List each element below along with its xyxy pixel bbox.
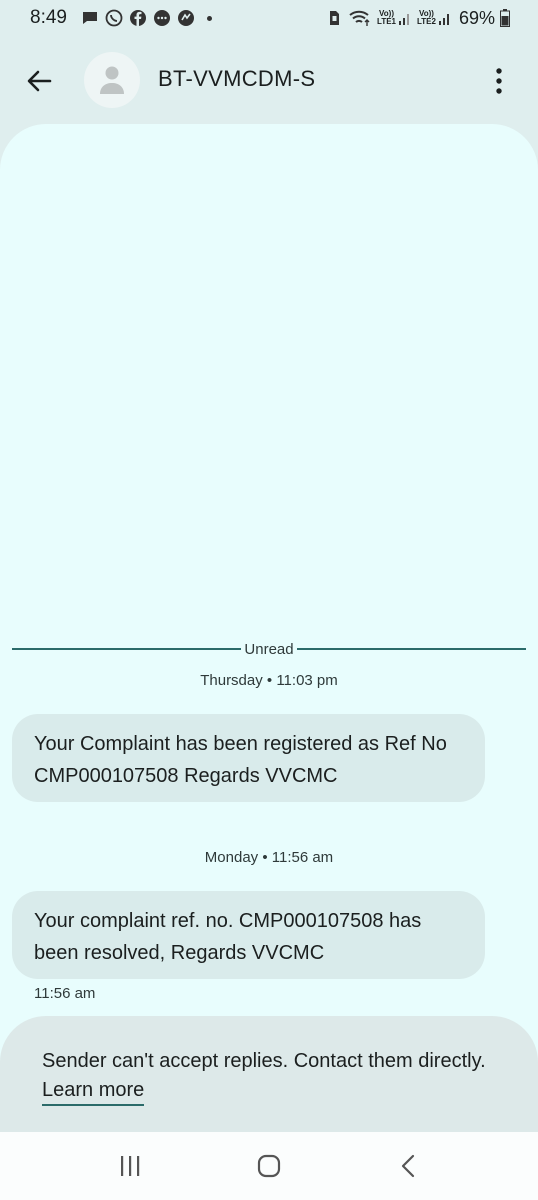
status-bar: 8:49 Vo)) LTE1 Vo)) LTE2 69% bbox=[0, 0, 538, 36]
battery-icon bbox=[500, 9, 510, 27]
learn-more-link[interactable]: Learn more bbox=[42, 1077, 145, 1106]
message-time: 11:56 am bbox=[34, 985, 96, 1002]
more-notifications-dot bbox=[206, 15, 212, 21]
chevron-left-icon bbox=[402, 1154, 415, 1178]
sim1-indicator: Vo)) LTE1 bbox=[377, 10, 412, 26]
reply-disabled-text: Sender can't accept replies. Contact the… bbox=[42, 1050, 486, 1072]
avatar[interactable] bbox=[84, 52, 140, 108]
recent-apps-button[interactable] bbox=[100, 1144, 160, 1188]
divider-line-left bbox=[12, 648, 242, 650]
recent-apps-icon bbox=[120, 1156, 139, 1176]
lte1-label: LTE1 bbox=[377, 17, 396, 26]
reply-disabled-banner: Sender can't accept replies. Contact the… bbox=[0, 1016, 538, 1146]
messages-icon bbox=[153, 10, 170, 26]
status-right: Vo)) LTE1 Vo)) LTE2 69% bbox=[325, 8, 510, 29]
date-label: Monday • 11:56 am bbox=[204, 849, 334, 866]
divider-line-right bbox=[296, 648, 527, 650]
contact-name[interactable]: BT-VVMCDM-S bbox=[158, 66, 315, 92]
whatsapp-icon bbox=[105, 9, 123, 27]
navigation-bar bbox=[0, 1132, 538, 1200]
lte2-label: LTE2 bbox=[417, 17, 436, 26]
unread-divider: Unread bbox=[12, 640, 527, 658]
more-vert-icon bbox=[496, 68, 502, 94]
facebook-icon bbox=[129, 10, 146, 26]
arrow-back-icon bbox=[27, 70, 52, 92]
home-icon bbox=[257, 1154, 281, 1178]
sim2-indicator: Vo)) LTE2 bbox=[417, 10, 452, 26]
message-text: Your complaint ref. no. CMP000107508 has… bbox=[34, 910, 422, 964]
wifi-icon bbox=[349, 10, 370, 26]
message-bubble[interactable]: Your Complaint has been registered as Re… bbox=[12, 714, 485, 802]
home-button[interactable] bbox=[239, 1144, 299, 1188]
conversation-panel[interactable]: Unread Thursday • 11:03 pm Your Complain… bbox=[0, 124, 538, 1134]
signal-icon-2 bbox=[438, 14, 449, 25]
chat-notification-icon bbox=[82, 12, 97, 24]
back-nav-button[interactable] bbox=[378, 1144, 438, 1188]
status-time: 8:49 bbox=[30, 7, 67, 28]
message-bubble[interactable]: Your complaint ref. no. CMP000107508 has… bbox=[12, 891, 485, 979]
more-options-button[interactable] bbox=[484, 64, 514, 98]
battery-percent: 69% bbox=[458, 7, 495, 28]
person-icon bbox=[100, 66, 124, 94]
message-text: Your Complaint has been registered as Re… bbox=[34, 733, 447, 787]
date-label: Thursday • 11:03 pm bbox=[200, 672, 338, 689]
sim-icon bbox=[330, 11, 340, 25]
status-left: 8:49 bbox=[30, 7, 212, 29]
unread-label: Unread bbox=[244, 640, 294, 658]
back-button[interactable] bbox=[22, 64, 56, 98]
app-bar: BT-VVMCDM-S bbox=[0, 44, 538, 116]
signal-icon bbox=[399, 14, 409, 25]
app-notification-icon bbox=[177, 10, 194, 26]
